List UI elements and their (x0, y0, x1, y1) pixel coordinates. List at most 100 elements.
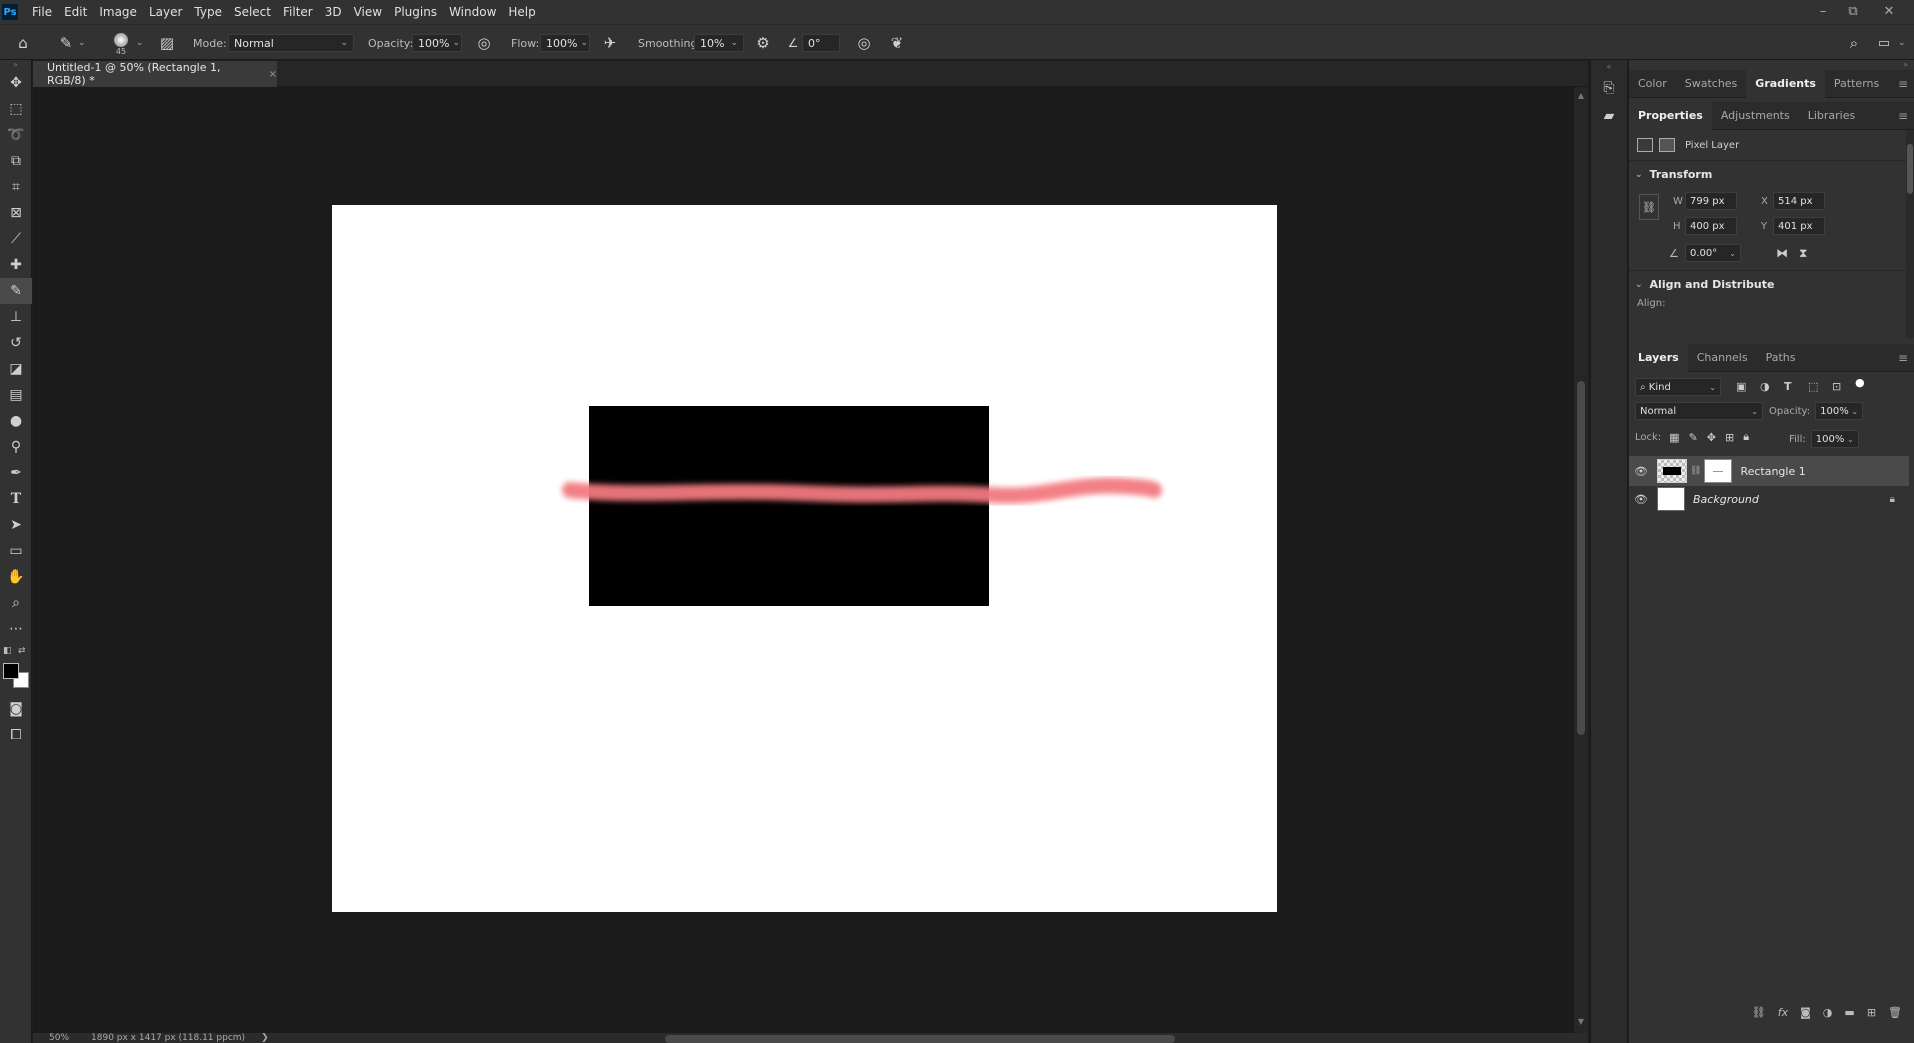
tab-properties[interactable]: Properties (1629, 101, 1712, 130)
transform-section-header[interactable]: ⌄ Transform (1635, 168, 1712, 181)
blend-mode-select[interactable]: Normal ⌄ (1635, 402, 1763, 420)
menu-image[interactable]: Image (93, 0, 143, 24)
fill-input[interactable]: 100% ⌄ (1810, 430, 1859, 448)
filter-adjustment-icon[interactable]: ◑ (1760, 380, 1770, 393)
filter-shape-icon[interactable]: ⬚ (1808, 380, 1818, 393)
minimize-button[interactable]: – (1808, 0, 1838, 22)
symmetry-butterfly-icon[interactable]: ❦ (887, 25, 907, 61)
path-selection-tool-icon[interactable]: ➤ (0, 512, 32, 538)
canvas-workspace[interactable] (33, 87, 1574, 1033)
layer-row-rectangle-1[interactable]: 👁︎ ⛓ Rectangle 1 (1629, 456, 1909, 486)
layer-mask-thumbnail[interactable] (1704, 459, 1733, 483)
smoothing-input[interactable]: 10% ⌄ (694, 34, 744, 52)
x-input[interactable]: 514 px (1773, 192, 1825, 210)
layers-panel-menu-icon[interactable]: ≡ (1898, 351, 1908, 365)
scroll-up-icon[interactable]: ▲ (1574, 91, 1588, 100)
add-mask-icon[interactable]: ◙ (1800, 1006, 1811, 1019)
status-menu-arrow-icon[interactable]: ❯ (261, 1033, 269, 1043)
frame-tool-icon[interactable]: ⊠ (0, 200, 32, 226)
delete-layer-icon[interactable]: 🗑︎ (1888, 1006, 1902, 1019)
workspace-chevron-icon[interactable]: ⌄ (1898, 25, 1908, 61)
rectangular-marquee-tool-icon[interactable]: ⬚ (0, 96, 32, 122)
filter-type-icon[interactable]: T (1784, 380, 1792, 393)
lock-artboard-icon[interactable]: ⊞ (1725, 431, 1734, 444)
screen-mode-icon[interactable]: ⧠ (0, 722, 32, 748)
filter-smart-object-icon[interactable]: ⊡ (1832, 380, 1841, 393)
gradient-tool-icon[interactable]: ▤ (0, 382, 32, 408)
link-layers-icon[interactable]: ⛓ (1752, 1006, 1766, 1019)
swap-colors-icon[interactable]: ⇄ (18, 646, 26, 656)
zoom-level[interactable]: 50% (49, 1033, 69, 1043)
menu-file[interactable]: File (26, 0, 58, 24)
comments-panel-icon[interactable]: ▰ (1591, 102, 1627, 130)
object-selection-tool-icon[interactable]: ⧉ (0, 148, 32, 174)
layer-lock-icon[interactable]: 🔒︎ (1890, 494, 1895, 505)
lock-image-icon[interactable]: ✎ (1689, 431, 1698, 444)
zoom-tool-icon[interactable]: ⌕ (0, 590, 32, 616)
layer-thumbnail-rectangle[interactable] (1657, 459, 1687, 483)
history-brush-tool-icon[interactable]: ↺ (0, 330, 32, 356)
tool-preset-chevron-icon[interactable]: ⌄ (78, 25, 88, 61)
tab-layers[interactable]: Layers (1629, 343, 1688, 372)
layer-style-fx-icon[interactable]: fx (1778, 1006, 1788, 1019)
mask-icon[interactable] (1659, 138, 1675, 152)
properties-scrollbar[interactable] (1906, 130, 1914, 338)
align-distribute-section-header[interactable]: ⌄ Align and Distribute (1635, 278, 1774, 291)
width-input[interactable]: 799 px (1685, 192, 1737, 210)
horizontal-scroll-thumb[interactable] (665, 1035, 1175, 1043)
tab-channels[interactable]: Channels (1688, 344, 1757, 372)
menu-plugins[interactable]: Plugins (388, 0, 443, 24)
menu-window[interactable]: Window (443, 0, 502, 24)
y-input[interactable]: 401 px (1773, 217, 1825, 235)
layer-mask-link-icon[interactable]: ⛓ (1690, 466, 1701, 476)
lasso-tool-icon[interactable]: ➰ (0, 122, 32, 148)
visibility-eye-icon[interactable]: 👁︎ (1629, 465, 1653, 478)
dodge-tool-icon[interactable]: ⚲ (0, 434, 32, 460)
menu-layer[interactable]: Layer (143, 0, 188, 24)
pressure-size-icon[interactable]: ◎ (854, 25, 874, 61)
crop-tool-icon[interactable]: ⌗ (0, 174, 32, 200)
dock-collapse-icon[interactable]: « (1591, 60, 1627, 74)
edit-toolbar-icon[interactable]: ⋯ (0, 616, 32, 642)
brush-tool-icon[interactable]: ✎ (0, 278, 32, 304)
color-panel-menu-icon[interactable]: ≡ (1898, 77, 1908, 91)
pen-tool-icon[interactable]: ✒ (0, 460, 32, 486)
hand-tool-icon[interactable]: ✋ (0, 564, 32, 590)
flip-vertical-icon[interactable]: ⧗ (1799, 246, 1807, 261)
layer-thumbnail-background[interactable] (1657, 487, 1685, 511)
new-layer-icon[interactable]: ⊞ (1867, 1006, 1876, 1019)
blur-tool-icon[interactable]: ● (0, 408, 32, 434)
clone-stamp-tool-icon[interactable]: ⊥ (0, 304, 32, 330)
tab-swatches[interactable]: Swatches (1676, 70, 1747, 98)
new-group-icon[interactable]: ▬ (1844, 1006, 1854, 1019)
move-tool-icon[interactable]: ✥ (0, 70, 32, 96)
properties-scroll-thumb[interactable] (1907, 144, 1913, 194)
airbrush-icon[interactable]: ✈ (600, 25, 620, 61)
filter-toggle-icon[interactable]: ● (1855, 376, 1865, 389)
history-panel-icon[interactable]: ⎘ (1591, 74, 1627, 102)
spot-healing-brush-tool-icon[interactable]: ✚ (0, 252, 32, 278)
scroll-down-icon[interactable]: ▼ (1574, 1017, 1588, 1026)
brush-picker-chevron-icon[interactable]: ⌄ (136, 25, 146, 61)
document-tab[interactable]: Untitled-1 @ 50% (Rectangle 1, RGB/8) * … (33, 61, 277, 87)
flow-input[interactable]: 100% ⌄ (540, 34, 590, 52)
pressure-opacity-icon[interactable]: ◎ (474, 25, 494, 61)
menu-edit[interactable]: Edit (58, 0, 93, 24)
layer-name-background[interactable]: Background (1693, 493, 1759, 506)
link-dimensions-icon[interactable]: ⛓ (1639, 194, 1659, 220)
tab-adjustments[interactable]: Adjustments (1712, 102, 1799, 130)
search-icon[interactable]: ⌕ (1844, 25, 1864, 61)
toolbar-collapse-icon[interactable]: » (0, 60, 31, 70)
height-input[interactable]: 400 px (1685, 217, 1737, 235)
filter-pixel-icon[interactable]: ▣ (1736, 380, 1746, 393)
visibility-eye-icon[interactable]: 👁︎ (1629, 493, 1653, 506)
rectangle-tool-icon[interactable]: ▭ (0, 538, 32, 564)
vertical-scrollbar[interactable]: ▲ ▼ (1574, 87, 1588, 1033)
brush-tool-preset-icon[interactable]: ✎ (56, 25, 76, 61)
mode-select[interactable]: Normal ⌄ (228, 34, 354, 52)
panels-collapse-icon[interactable]: » (1629, 60, 1914, 70)
opacity-input[interactable]: 100% ⌄ (412, 34, 462, 52)
lock-position-icon[interactable]: ✥ (1707, 431, 1716, 444)
tab-gradients[interactable]: Gradients (1746, 69, 1825, 98)
menu-filter[interactable]: Filter (277, 0, 319, 24)
